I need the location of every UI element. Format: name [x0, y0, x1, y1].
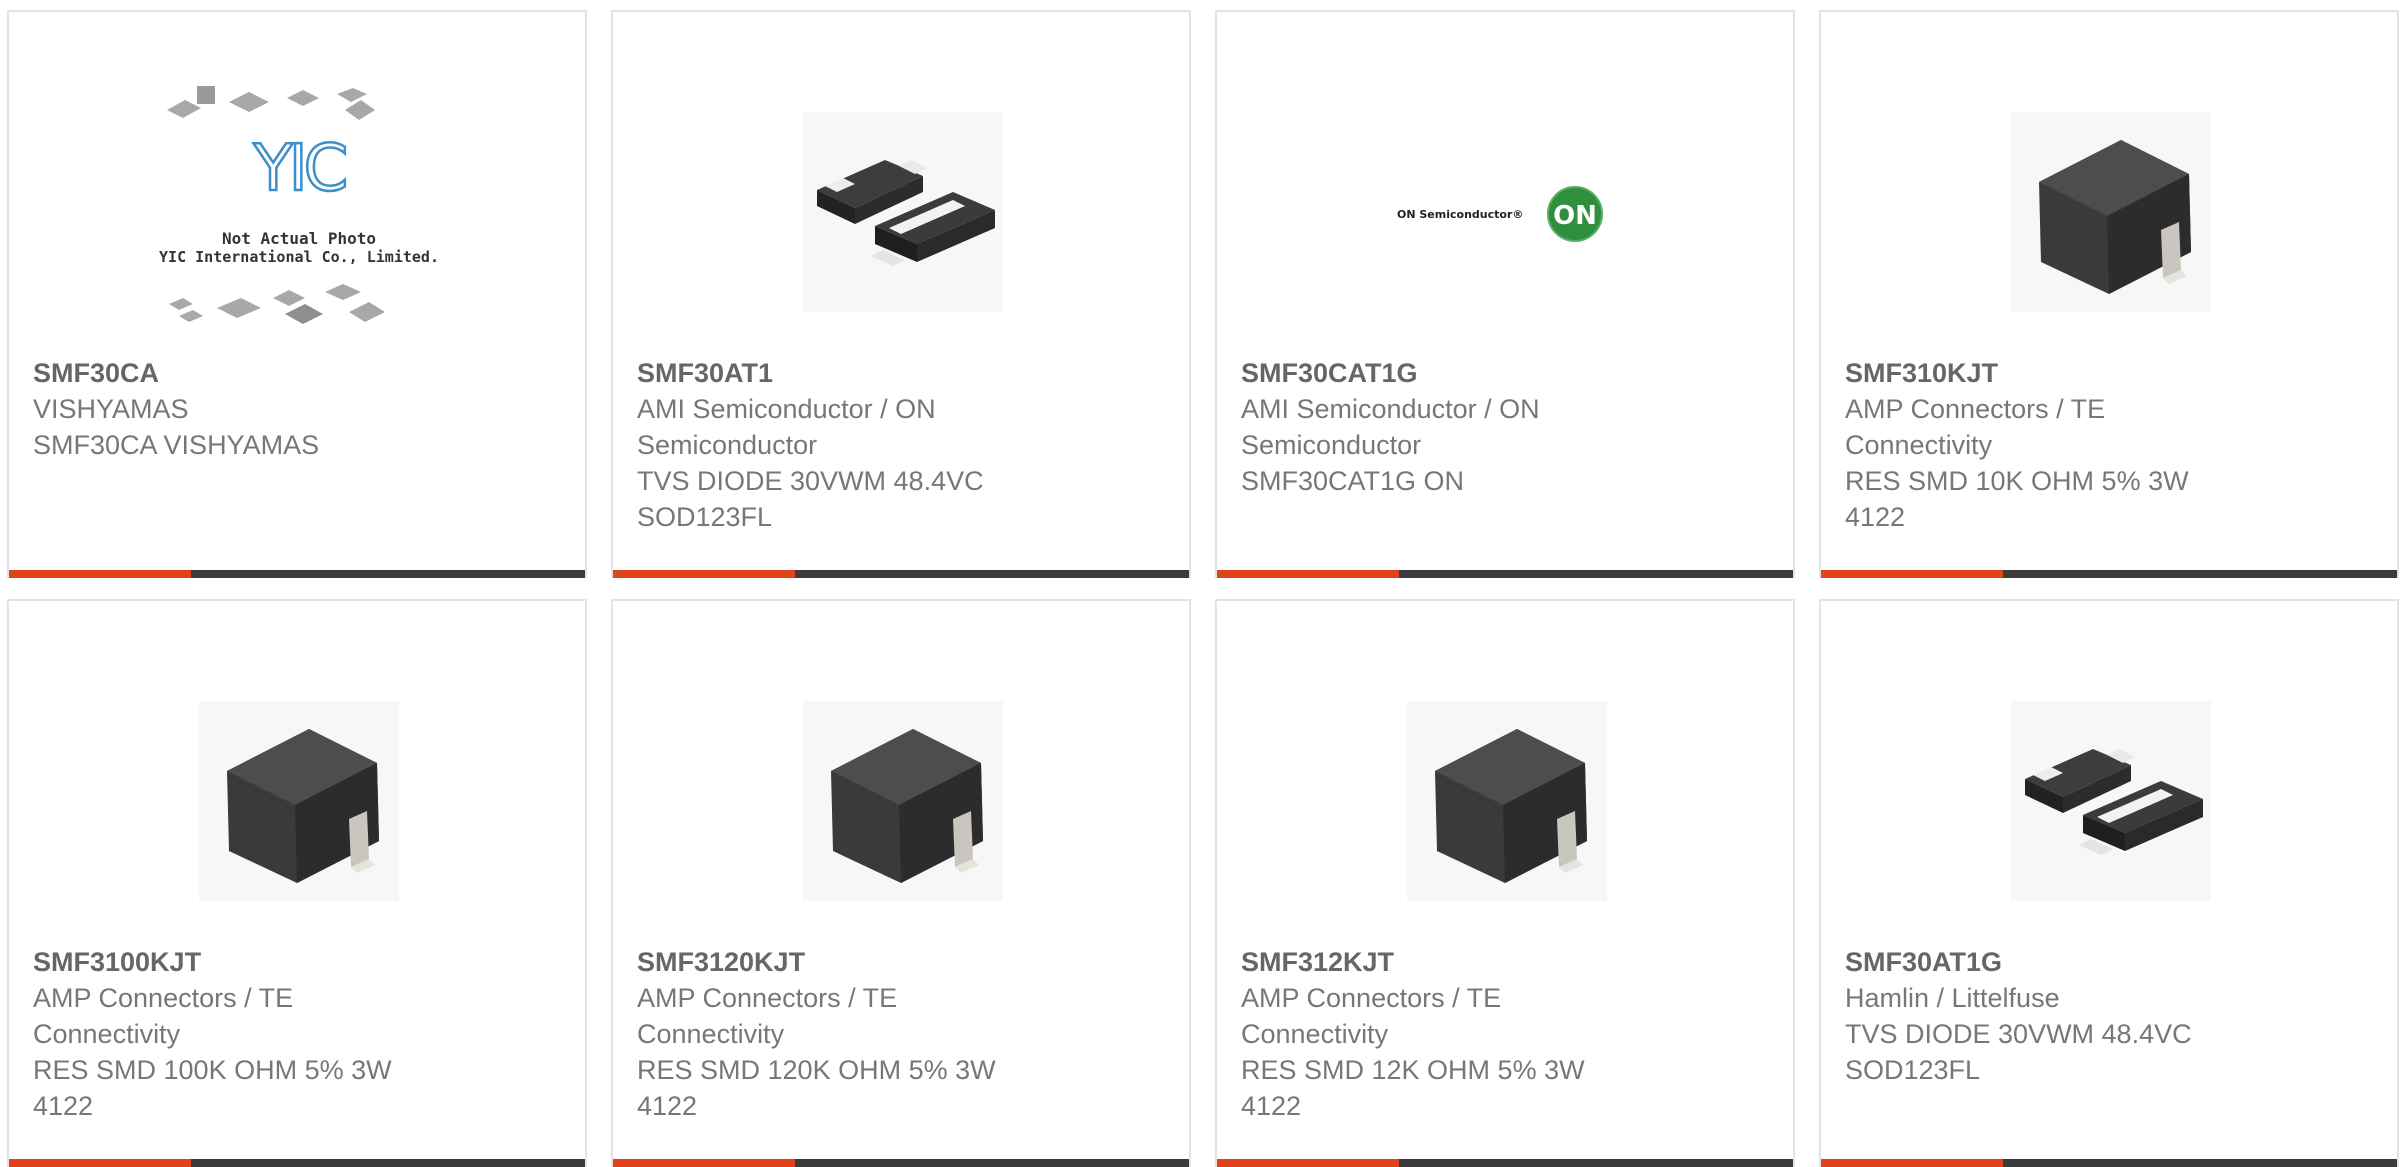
product-grid: YIC Not Actual Photo YIC International C…: [0, 0, 2400, 1167]
resistor-package-image: [9, 661, 587, 941]
part-number[interactable]: SMF30AT1: [637, 355, 1165, 391]
product-card[interactable]: SMF30AT1 AMI Semiconductor / ON Semicond…: [611, 10, 1191, 578]
card-footer-bar: [613, 1159, 1189, 1167]
product-info: SMF3100KJT AMP Connectors / TE Connectiv…: [33, 944, 561, 1124]
product-info: SMF310KJT AMP Connectors / TE Connectivi…: [1845, 355, 2373, 535]
product-info: SMF30AT1G Hamlin / Littelfuse TVS DIODE …: [1845, 944, 2373, 1088]
card-footer-bar: [1821, 570, 2397, 578]
description: RES SMD 120K OHM 5% 3W 4122: [637, 1055, 996, 1121]
part-number[interactable]: SMF3100KJT: [33, 944, 561, 980]
product-card[interactable]: SMF3100KJT AMP Connectors / TE Connectiv…: [7, 599, 587, 1167]
manufacturer: AMP Connectors / TE Connectivity: [637, 983, 898, 1049]
card-footer-bar: [1217, 570, 1793, 578]
card-footer-bar: [9, 1159, 585, 1167]
sod123-diode-image: [1821, 661, 2399, 941]
card-footer-bar: [9, 570, 585, 578]
product-card[interactable]: YIC Not Actual Photo YIC International C…: [7, 10, 587, 578]
description: RES SMD 12K OHM 5% 3W 4122: [1241, 1055, 1585, 1121]
product-info: SMF30CAT1G AMI Semiconductor / ON Semico…: [1241, 355, 1769, 499]
resistor-package-image: [1217, 661, 1795, 941]
description: SMF30CA VISHYAMAS: [33, 430, 320, 460]
description: RES SMD 100K OHM 5% 3W 4122: [33, 1055, 392, 1121]
part-number[interactable]: SMF312KJT: [1241, 944, 1769, 980]
resistor-package-image: [1821, 72, 2399, 352]
manufacturer: AMI Semiconductor / ON Semiconductor: [637, 394, 936, 460]
description: SMF30CAT1G ON: [1241, 466, 1465, 496]
placeholder-caption-2: YIC International Co., Limited.: [159, 248, 439, 266]
manufacturer: AMP Connectors / TE Connectivity: [1845, 394, 2106, 460]
manufacturer: AMI Semiconductor / ON Semiconductor: [1241, 394, 1540, 460]
part-number[interactable]: SMF30CAT1G: [1241, 355, 1769, 391]
card-footer-bar: [1821, 1159, 2397, 1167]
description: TVS DIODE 30VWM 48.4VC SOD123FL: [637, 466, 984, 532]
product-card[interactable]: SMF30AT1G Hamlin / Littelfuse TVS DIODE …: [1819, 599, 2399, 1167]
description: RES SMD 10K OHM 5% 3W 4122: [1845, 466, 2189, 532]
manufacturer: VISHYAMAS: [33, 394, 189, 424]
product-info: SMF30AT1 AMI Semiconductor / ON Semicond…: [637, 355, 1165, 535]
part-number[interactable]: SMF30AT1G: [1845, 944, 2373, 980]
product-info: SMF3120KJT AMP Connectors / TE Connectiv…: [637, 944, 1165, 1124]
placeholder-caption-1: Not Actual Photo: [222, 229, 376, 248]
product-card[interactable]: ON Semiconductor® ON SMF30CAT1G AMI Semi…: [1215, 10, 1795, 578]
manufacturer: AMP Connectors / TE Connectivity: [33, 983, 294, 1049]
product-card[interactable]: SMF3120KJT AMP Connectors / TE Connectiv…: [611, 599, 1191, 1167]
product-info: SMF30CA VISHYAMAS SMF30CA VISHYAMAS: [33, 355, 561, 463]
manufacturer: Hamlin / Littelfuse: [1845, 983, 2060, 1013]
on-brand-text: ON Semiconductor®: [1397, 208, 1523, 221]
card-footer-bar: [613, 570, 1189, 578]
card-footer-bar: [1217, 1159, 1793, 1167]
product-card[interactable]: SMF310KJT AMP Connectors / TE Connectivi…: [1819, 10, 2399, 578]
product-card[interactable]: SMF312KJT AMP Connectors / TE Connectivi…: [1215, 599, 1795, 1167]
part-number[interactable]: SMF310KJT: [1845, 355, 2373, 391]
part-number[interactable]: SMF30CA: [33, 355, 561, 391]
resistor-package-image: [613, 661, 1191, 941]
on-semiconductor-logo: ON Semiconductor® ON: [1217, 72, 1793, 352]
yic-logo: YIC: [253, 132, 346, 206]
part-number[interactable]: SMF3120KJT: [637, 944, 1165, 980]
description: TVS DIODE 30VWM 48.4VC SOD123FL: [1845, 1019, 2192, 1085]
product-info: SMF312KJT AMP Connectors / TE Connectivi…: [1241, 944, 1769, 1124]
yic-placeholder-image: YIC Not Actual Photo YIC International C…: [9, 72, 585, 352]
on-logo-mark: ON: [1553, 201, 1597, 231]
sod123-diode-image: [613, 72, 1191, 352]
manufacturer: AMP Connectors / TE Connectivity: [1241, 983, 1502, 1049]
